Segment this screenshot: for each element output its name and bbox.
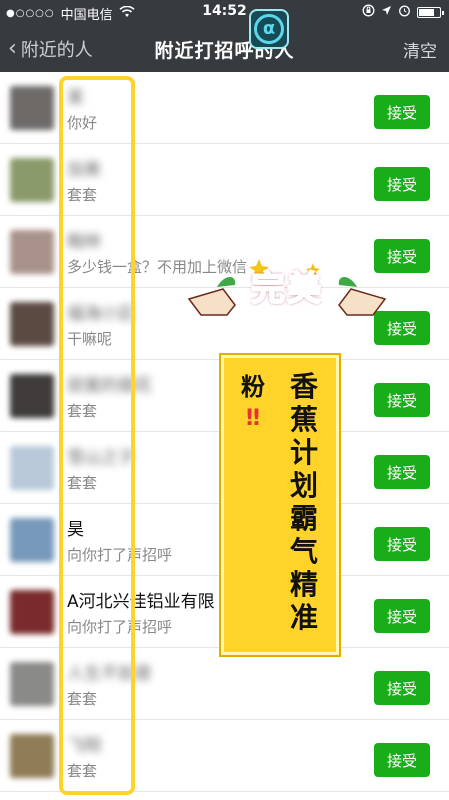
avatar[interactable] xyxy=(10,590,54,634)
banner-column-right: 香蕉计划霸气精准 xyxy=(282,370,326,634)
nav-bar: ‹ 附近的人 附近打招呼的人 清空 xyxy=(0,24,449,72)
battery-icon xyxy=(417,7,444,18)
avatar[interactable] xyxy=(10,86,54,130)
location-icon xyxy=(381,5,392,20)
avatar[interactable] xyxy=(10,302,54,346)
clear-button[interactable]: 清空 xyxy=(403,37,437,62)
avatar[interactable] xyxy=(10,374,54,418)
promo-banner: 粉 ‼ 香蕉计划霸气精准 xyxy=(221,355,339,655)
avatar[interactable] xyxy=(10,734,54,778)
banner-char: 香 xyxy=(289,370,318,403)
accept-button[interactable]: 接受 xyxy=(374,95,430,129)
avatar[interactable] xyxy=(10,662,54,706)
avatar[interactable] xyxy=(10,230,54,274)
highlight-box xyxy=(59,76,135,795)
accept-button[interactable]: 接受 xyxy=(374,743,430,777)
accept-button[interactable]: 接受 xyxy=(374,599,430,633)
accept-button[interactable]: 接受 xyxy=(374,455,430,489)
sticker-text: 完美 xyxy=(250,268,323,310)
banner-char: 气 xyxy=(289,535,318,568)
accept-button[interactable]: 接受 xyxy=(374,167,430,201)
banner-char: 准 xyxy=(289,601,318,634)
avatar[interactable] xyxy=(10,158,54,202)
banner-char: 蕉 xyxy=(289,403,318,436)
avatar[interactable] xyxy=(10,518,54,562)
banner-char: 粉 xyxy=(241,373,265,401)
banner-char: 计 xyxy=(289,436,318,469)
accept-button[interactable]: 接受 xyxy=(374,671,430,705)
accept-button[interactable]: 接受 xyxy=(374,383,430,417)
banner-char: ‼ xyxy=(246,406,260,431)
page-title: 附近打招呼的人 xyxy=(154,40,295,62)
app-logo-icon: α xyxy=(249,9,289,49)
perfect-sticker: 完美 xyxy=(187,253,387,343)
banner-char: 精 xyxy=(289,568,318,601)
banner-column-left: 粉 ‼ xyxy=(236,370,270,434)
status-bar: ●○○○○ 中国电信 14:52 xyxy=(0,0,449,24)
banner-char: 霸 xyxy=(289,502,318,535)
avatar[interactable] xyxy=(10,446,54,490)
banner-char: 划 xyxy=(289,469,318,502)
accept-button[interactable]: 接受 xyxy=(374,527,430,561)
orientation-lock-icon xyxy=(362,4,375,21)
alarm-icon xyxy=(398,4,411,21)
